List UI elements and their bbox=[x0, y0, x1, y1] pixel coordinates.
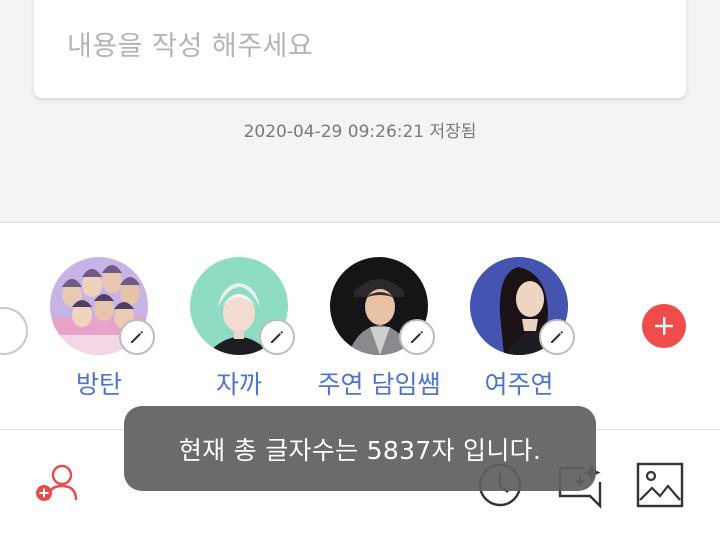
character-item[interactable]: 여주연 bbox=[459, 257, 579, 407]
add-user-icon bbox=[36, 464, 78, 501]
content-input[interactable]: 내용을 작성 해주세요 bbox=[34, 0, 686, 98]
add-user-button[interactable] bbox=[34, 462, 80, 508]
editor-area: 내용을 작성 해주세요 2020-04-29 09:26:21 저장됨 bbox=[0, 0, 720, 222]
character-item[interactable]: 주연 담임쌤 bbox=[318, 257, 440, 407]
saved-status: 2020-04-29 09:26:21 저장됨 bbox=[243, 122, 477, 142]
toast-message: 현재 총 글자수는 5837자 입니다. bbox=[178, 435, 542, 465]
edit-character-button[interactable] bbox=[259, 319, 295, 355]
edit-character-button[interactable] bbox=[119, 319, 155, 355]
image-button[interactable] bbox=[636, 462, 684, 512]
pencil-icon bbox=[551, 331, 563, 343]
character-item[interactable]: 방탄 bbox=[39, 257, 159, 407]
character-item[interactable]: 자까 bbox=[179, 257, 299, 407]
pencil-icon bbox=[131, 331, 143, 343]
char-count-toast: 현재 총 글자수는 5837자 입니다. bbox=[124, 406, 596, 491]
image-icon bbox=[636, 462, 684, 508]
content-placeholder: 내용을 작성 해주세요 bbox=[67, 31, 314, 62]
plus-icon bbox=[655, 317, 673, 335]
pencil-icon bbox=[271, 331, 283, 343]
edit-character-button[interactable] bbox=[539, 319, 575, 355]
pencil-icon bbox=[411, 331, 423, 343]
character-name: 여주연 bbox=[484, 370, 554, 399]
add-character-button[interactable] bbox=[642, 304, 686, 348]
edit-character-button[interactable] bbox=[399, 319, 435, 355]
